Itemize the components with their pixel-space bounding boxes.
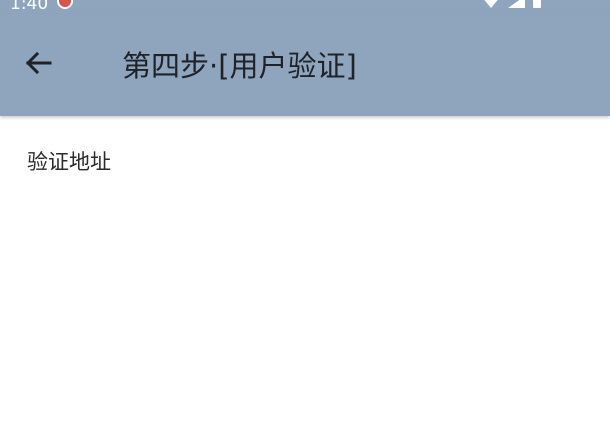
battery-icon bbox=[532, 0, 542, 10]
app-bar: 第四步·[用户验证] bbox=[0, 14, 610, 116]
status-icons bbox=[480, 0, 542, 10]
arrow-left-icon bbox=[24, 51, 52, 79]
status-time: 1:40 bbox=[10, 0, 49, 14]
status-bar: 1:40 bbox=[0, 0, 610, 14]
signal-icon bbox=[508, 0, 526, 10]
wifi-icon bbox=[480, 0, 502, 10]
back-button[interactable] bbox=[20, 47, 56, 83]
notification-icon bbox=[57, 0, 73, 9]
verify-address-label: 验证地址 bbox=[27, 150, 111, 174]
page-title: 第四步·[用户验证] bbox=[122, 49, 357, 83]
